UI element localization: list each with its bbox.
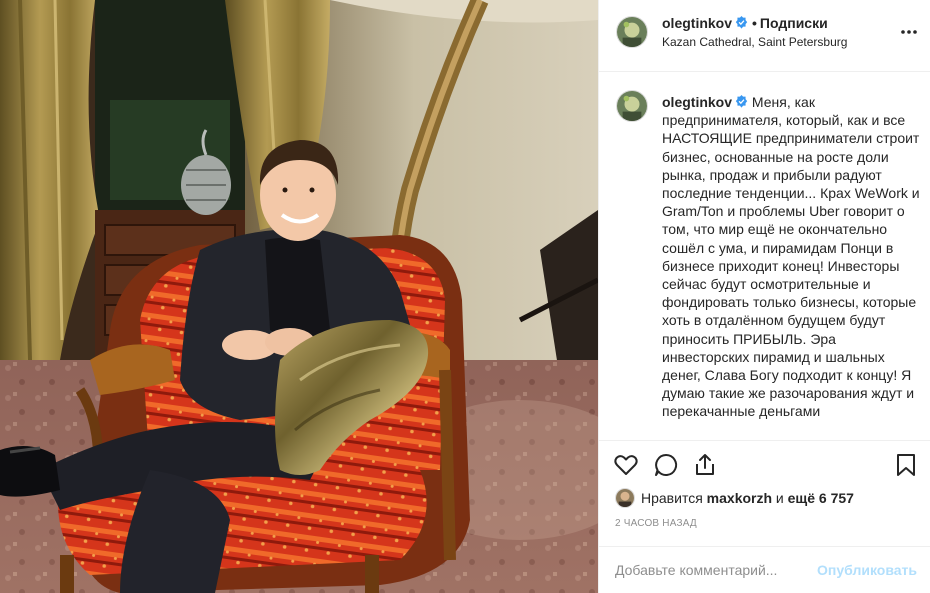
liker-username[interactable]: maxkorzh: [707, 490, 772, 506]
post-sidebar: olegtinkov • Подписки Kazan Cathedral, Sai…: [598, 0, 930, 593]
caption-body: Меня, как предпринимателя, который, как …: [662, 94, 920, 420]
likes-count[interactable]: ещё 6 757: [788, 490, 854, 506]
publish-button[interactable]: Опубликовать: [817, 562, 917, 578]
header-separator: •: [752, 15, 757, 31]
author-username[interactable]: olegtinkov: [662, 15, 732, 31]
author-avatar[interactable]: [616, 16, 648, 48]
author-header-line: olegtinkov • Подписки: [662, 15, 828, 31]
caption-username[interactable]: olegtinkov: [662, 94, 732, 110]
likes-row: Нравится maxkorzh и ещё 6 757: [615, 488, 854, 508]
bookmark-icon[interactable]: [893, 452, 921, 480]
post-photo[interactable]: [0, 0, 598, 593]
following-button[interactable]: Подписки: [760, 15, 828, 31]
more-options-icon[interactable]: [899, 22, 919, 42]
heart-icon[interactable]: [613, 452, 641, 480]
action-bar: [599, 440, 930, 494]
caption-avatar-image: [617, 91, 647, 121]
share-icon[interactable]: [692, 452, 720, 480]
post-photo-image: [0, 0, 598, 593]
author-avatar-image: [617, 17, 647, 47]
comment-icon[interactable]: [653, 452, 681, 480]
comment-input[interactable]: Добавьте комментарий...: [615, 562, 777, 578]
post-header: olegtinkov • Подписки Kazan Cathedral, Sai…: [599, 0, 930, 72]
caption-text-block: olegtinkov Меня, как предпринимателя, ко…: [662, 93, 922, 421]
verified-badge-icon: [735, 16, 748, 29]
caption-verified-badge-icon: [735, 95, 748, 108]
instagram-post: olegtinkov • Подписки Kazan Cathedral, Sai…: [0, 0, 930, 593]
likes-and: и: [775, 490, 784, 506]
likes-prefix: Нравится: [641, 490, 703, 506]
post-caption: olegtinkov Меня, как предпринимателя, ко…: [599, 73, 930, 440]
liker-avatar[interactable]: [615, 488, 635, 508]
comment-bar: Добавьте комментарий... Опубликовать: [599, 546, 930, 593]
post-timestamp[interactable]: 2 часов назад: [615, 518, 697, 529]
caption-author-avatar[interactable]: [616, 90, 648, 122]
post-location[interactable]: Kazan Cathedral, Saint Petersburg: [662, 35, 847, 49]
